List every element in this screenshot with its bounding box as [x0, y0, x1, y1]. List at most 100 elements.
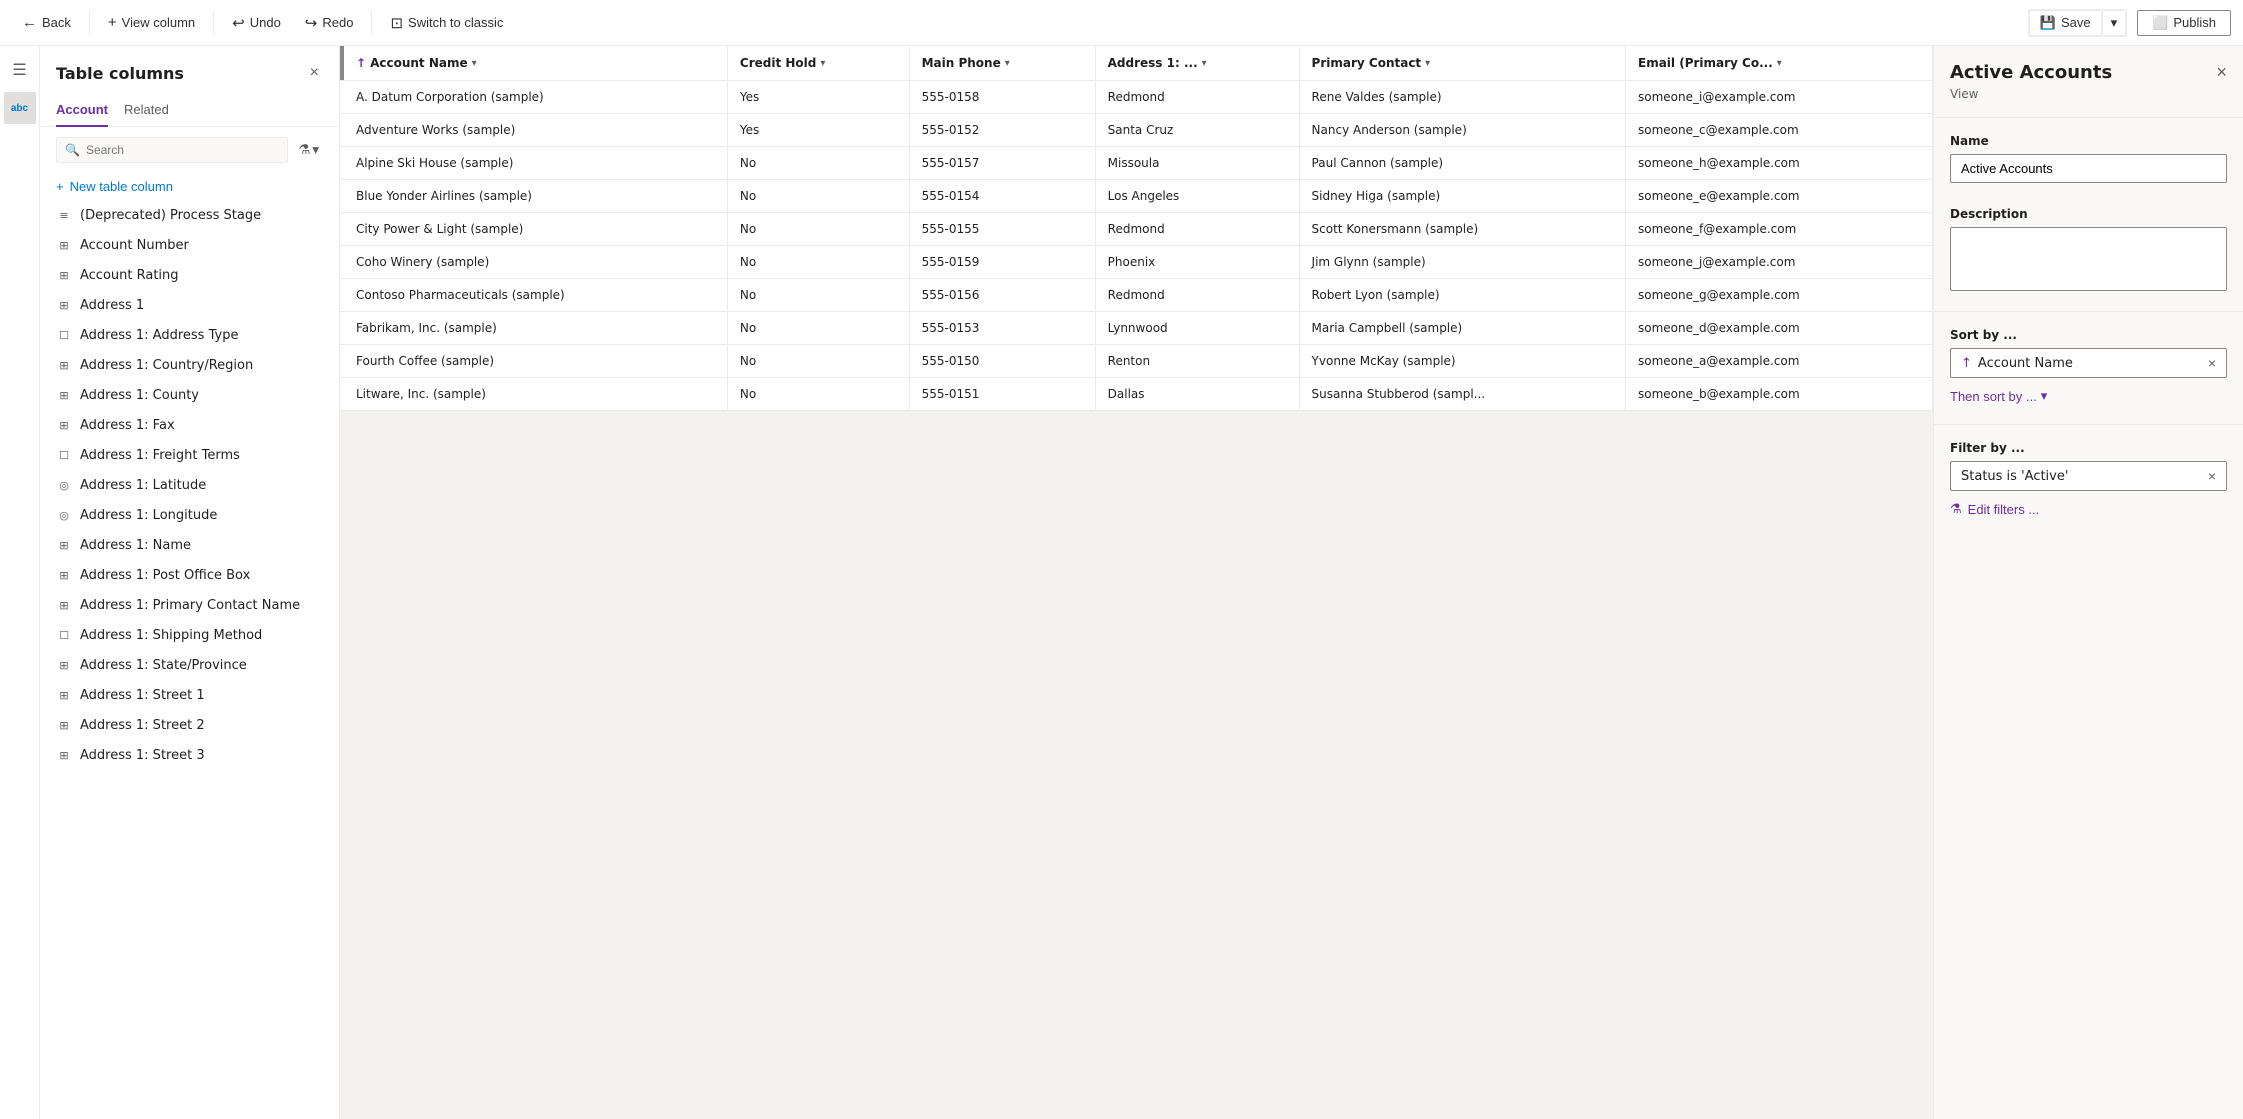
filter-button[interactable]: ⚗ ▾ — [294, 138, 323, 162]
then-sort-chevron-icon: ▾ — [2041, 388, 2048, 404]
publish-button[interactable]: ⬜ Publish — [2137, 10, 2231, 36]
table-row: Blue Yonder Airlines (sample)No555-0154L… — [340, 180, 1933, 213]
switch-classic-button[interactable]: ⊡ Switch to classic — [380, 10, 513, 36]
cell-email: someone_g@example.com — [1626, 279, 1933, 312]
sidebar-item-label-address-1-freight: Address 1: Freight Terms — [80, 448, 240, 463]
col-chevron-icon-primary-contact: ▾ — [1425, 58, 1430, 69]
sidebar-item-address-1-county[interactable]: ⊞ Address 1: County — [40, 380, 339, 410]
sidebar-item-deprecated-process-stage[interactable]: ≡ (Deprecated) Process Stage — [40, 200, 339, 230]
col-header-credit-hold[interactable]: Credit Hold▾ — [727, 46, 909, 81]
tab-account[interactable]: Account — [56, 94, 108, 127]
edit-filters-button[interactable]: ⚗ Edit filters ... — [1950, 497, 2039, 521]
sidebar-item-address-1-shipping[interactable]: ☐ Address 1: Shipping Method — [40, 620, 339, 650]
rp-name-input[interactable] — [1950, 154, 2227, 183]
save-dropdown-button[interactable]: ▾ — [2102, 10, 2127, 36]
sidebar-item-address-1-longitude[interactable]: ◎ Address 1: Longitude — [40, 500, 339, 530]
rp-close-button[interactable]: × — [2216, 62, 2227, 83]
then-sort-label: Then sort by ... — [1950, 389, 2037, 404]
cell-account_name: Blue Yonder Airlines (sample) — [344, 180, 727, 213]
table-area: ↑Account Name▾Credit Hold▾Main Phone▾Add… — [340, 46, 1933, 1119]
col-header-primary-contact[interactable]: Primary Contact▾ — [1299, 46, 1625, 81]
topbar-divider-1 — [89, 11, 90, 35]
sidebar-item-address-1-latitude[interactable]: ◎ Address 1: Latitude — [40, 470, 339, 500]
cell-address: Redmond — [1095, 81, 1299, 114]
sidebar-item-address-1-freight[interactable]: ☐ Address 1: Freight Terms — [40, 440, 339, 470]
table-row: Adventure Works (sample)Yes555-0152Santa… — [340, 114, 1933, 147]
sidebar-item-address-1-state[interactable]: ⊞ Address 1: State/Province — [40, 650, 339, 680]
cell-primary_contact: Maria Campbell (sample) — [1299, 312, 1625, 345]
sidebar-item-icon-address-1-street1: ⊞ — [56, 687, 72, 703]
sidebar-item-address-1-primary-contact[interactable]: ⊞ Address 1: Primary Contact Name — [40, 590, 339, 620]
cell-main_phone: 555-0152 — [909, 114, 1095, 147]
sidebar-item-address-1-fax[interactable]: ⊞ Address 1: Fax — [40, 410, 339, 440]
abc-button[interactable]: abc — [4, 92, 36, 124]
redo-icon: ↪ — [305, 14, 318, 32]
sidebar-item-icon-address-1-country: ⊞ — [56, 357, 72, 373]
main-layout: ☰ abc Table columns × Account Related 🔍 — [0, 46, 2243, 1119]
sidebar-item-label-address-1-fax: Address 1: Fax — [80, 418, 175, 433]
table-row: A. Datum Corporation (sample)Yes555-0158… — [340, 81, 1933, 114]
topbar: ← Back + View column ↩ Undo ↪ Redo ⊡ Swi… — [0, 0, 2243, 46]
sidebar-item-address-1-street1[interactable]: ⊞ Address 1: Street 1 — [40, 680, 339, 710]
sidebar-item-address-1-country[interactable]: ⊞ Address 1: Country/Region — [40, 350, 339, 380]
search-input[interactable] — [86, 143, 279, 157]
cell-credit_hold: No — [727, 180, 909, 213]
view-column-button[interactable]: + View column — [98, 10, 205, 35]
hamburger-button[interactable]: ☰ — [4, 54, 36, 86]
new-column-button[interactable]: + New table column — [40, 173, 339, 200]
col-header-account-name[interactable]: ↑Account Name▾ — [344, 46, 727, 81]
sidebar-item-icon-address-1-primary-contact: ⊞ — [56, 597, 72, 613]
sidebar-item-address-1-name[interactable]: ⊞ Address 1: Name — [40, 530, 339, 560]
sort-remove-button[interactable]: × — [2208, 355, 2216, 371]
sidebar-item-address-1-type[interactable]: ☐ Address 1: Address Type — [40, 320, 339, 350]
sidebar-item-icon-address-1-state: ⊞ — [56, 657, 72, 673]
redo-button[interactable]: ↪ Redo — [295, 10, 364, 36]
back-button[interactable]: ← Back — [12, 10, 81, 35]
sort-asc-icon: ↑ — [1961, 356, 1972, 371]
then-sort-button[interactable]: Then sort by ... ▾ — [1950, 384, 2047, 408]
col-header-email[interactable]: Email (Primary Co...▾ — [1626, 46, 1933, 81]
cell-account_name: A. Datum Corporation (sample) — [344, 81, 727, 114]
sidebar-item-label-address-1-latitude: Address 1: Latitude — [80, 478, 206, 493]
sidebar-item-address-1-street3[interactable]: ⊞ Address 1: Street 3 — [40, 740, 339, 770]
hamburger-icon: ☰ — [12, 60, 26, 80]
cell-email: someone_a@example.com — [1626, 345, 1933, 378]
sidebar-item-address-1-street2[interactable]: ⊞ Address 1: Street 2 — [40, 710, 339, 740]
cell-email: someone_b@example.com — [1626, 378, 1933, 411]
sidebar-close-button[interactable]: × — [306, 60, 323, 86]
sidebar-item-account-number[interactable]: ⊞ Account Number — [40, 230, 339, 260]
rp-name-section: Name — [1934, 122, 2243, 195]
sidebar-item-account-rating[interactable]: ⊞ Account Rating — [40, 260, 339, 290]
save-chevron-icon: ▾ — [2111, 15, 2118, 31]
sidebar-item-icon-address-1-longitude: ◎ — [56, 507, 72, 523]
sidebar-item-label-deprecated-process-stage: (Deprecated) Process Stage — [80, 208, 261, 223]
undo-button[interactable]: ↩ Undo — [222, 10, 291, 36]
cell-account_name: Alpine Ski House (sample) — [344, 147, 727, 180]
save-button[interactable]: 💾 Save — [2029, 10, 2102, 36]
rp-title: Active Accounts — [1950, 62, 2112, 83]
sidebar-item-address-1[interactable]: ⊞ Address 1 — [40, 290, 339, 320]
sidebar-item-label-address-1-longitude: Address 1: Longitude — [80, 508, 217, 523]
topbar-divider-2 — [213, 11, 214, 35]
sidebar-close-icon: × — [310, 64, 319, 81]
sidebar-item-label-address-1-name: Address 1: Name — [80, 538, 191, 553]
sidebar-item-address-1-pobox[interactable]: ⊞ Address 1: Post Office Box — [40, 560, 339, 590]
left-strip: ☰ abc — [0, 46, 40, 1119]
table-row: Alpine Ski House (sample)No555-0157Misso… — [340, 147, 1933, 180]
cell-address: Phoenix — [1095, 246, 1299, 279]
rp-filter-section: Filter by ... Status is 'Active' × ⚗ Edi… — [1934, 429, 2243, 533]
sidebar-item-icon-address-1-freight: ☐ — [56, 447, 72, 463]
cell-credit_hold: No — [727, 246, 909, 279]
cell-address: Dallas — [1095, 378, 1299, 411]
tab-related[interactable]: Related — [124, 94, 169, 127]
rp-description-input[interactable] — [1950, 227, 2227, 291]
cell-email: someone_h@example.com — [1626, 147, 1933, 180]
data-table: ↑Account Name▾Credit Hold▾Main Phone▾Add… — [340, 46, 1933, 411]
cell-account_name: Fabrikam, Inc. (sample) — [344, 312, 727, 345]
filter-remove-button[interactable]: × — [2208, 468, 2216, 484]
col-header-address1[interactable]: Address 1: ...▾ — [1095, 46, 1299, 81]
sidebar-item-icon-address-1-street2: ⊞ — [56, 717, 72, 733]
col-header-main-phone[interactable]: Main Phone▾ — [909, 46, 1095, 81]
rp-divider-3 — [1934, 424, 2243, 425]
sidebar-item-icon-address-1-shipping: ☐ — [56, 627, 72, 643]
